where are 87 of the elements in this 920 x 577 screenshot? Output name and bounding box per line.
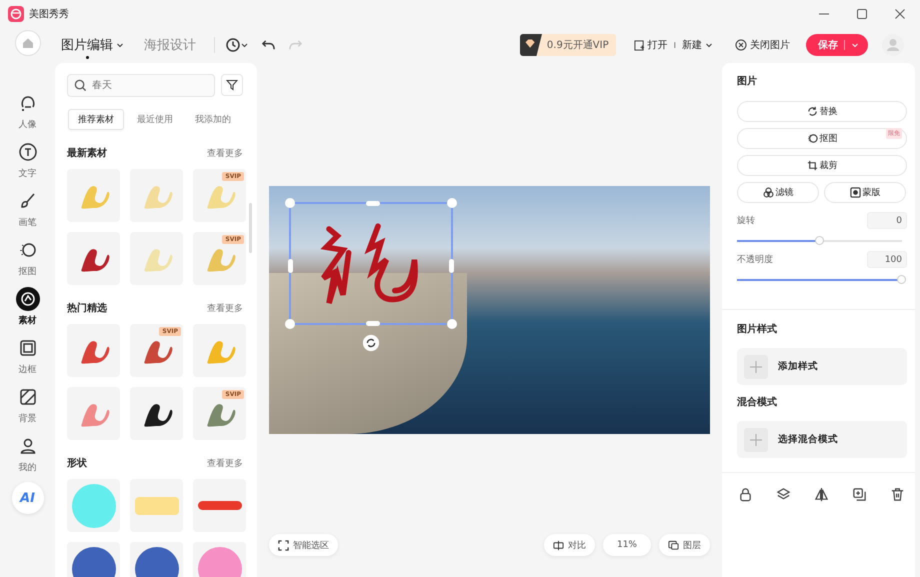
crop-icon: [806, 160, 818, 171]
panel-tab[interactable]: 最近使用: [128, 109, 182, 130]
material-tile[interactable]: [193, 324, 246, 377]
app-logo-icon: [8, 6, 24, 22]
close-icon[interactable]: [894, 8, 906, 20]
material-tile[interactable]: [67, 232, 120, 285]
slider-thumb[interactable]: [897, 275, 906, 284]
caret-icon: [851, 41, 859, 49]
group-heading: 图片样式: [737, 322, 778, 336]
open-file-icon: [634, 40, 645, 50]
sidebar-item[interactable]: 画笔: [6, 189, 50, 229]
sticker-icon: [16, 287, 40, 311]
plus-icon: [744, 428, 768, 452]
material-tile[interactable]: [130, 232, 183, 285]
sidebar-item[interactable]: 文字: [6, 140, 50, 180]
mask-icon: [850, 187, 860, 198]
delete-icon[interactable]: [890, 487, 905, 502]
separator: I: [674, 40, 676, 50]
material-tile[interactable]: [67, 324, 120, 377]
sidebar-item[interactable]: 人像: [6, 91, 50, 131]
layers-icon[interactable]: [776, 487, 791, 502]
filter-button[interactable]: [221, 74, 243, 96]
action-button[interactable]: 裁剪: [737, 155, 907, 176]
action-button[interactable]: 替换: [737, 101, 907, 122]
lock-icon[interactable]: [738, 487, 753, 502]
section-title: 形状: [67, 456, 87, 470]
close-circle-icon: [735, 39, 747, 51]
action-button[interactable]: 蒙版: [824, 182, 906, 203]
slider-label: 旋转: [737, 214, 755, 227]
material-tile[interactable]: [193, 479, 246, 532]
layers-icon: [668, 540, 679, 550]
value-field[interactable]: 0: [867, 212, 907, 229]
history-icon[interactable]: [225, 37, 249, 53]
duplicate-icon[interactable]: [852, 487, 867, 502]
rotate-icon[interactable]: [362, 334, 380, 352]
compare-icon: [552, 540, 564, 550]
search-field[interactable]: 春天: [67, 74, 215, 97]
layers-button[interactable]: 图层: [659, 534, 710, 556]
action-button[interactable]: 滤镜: [737, 182, 819, 203]
material-tile[interactable]: [130, 387, 183, 440]
slider-thumb[interactable]: [814, 236, 824, 245]
sidebar-item[interactable]: 边框: [6, 336, 50, 376]
undo-icon[interactable]: [261, 38, 276, 52]
ai-button[interactable]: AI: [12, 482, 44, 514]
select-corners-icon: [278, 540, 289, 550]
cutout-icon: [806, 133, 818, 144]
section-title: 最新素材: [67, 146, 107, 160]
open-link[interactable]: 打开: [648, 38, 668, 52]
panel-tab[interactable]: 我添加的: [186, 109, 240, 130]
see-more-link[interactable]: 查看更多: [207, 302, 243, 314]
zoom-level-button[interactable]: 11%: [602, 534, 651, 556]
sidebar-item[interactable]: 抠图: [6, 238, 50, 278]
caret-icon: [116, 41, 124, 49]
sidebar-item[interactable]: 背景: [6, 385, 50, 425]
material-tile[interactable]: [130, 479, 183, 532]
panel-heading: 图片: [737, 74, 758, 88]
filter-icon: [226, 79, 238, 91]
refresh-icon: [806, 106, 818, 117]
slider-label: 不透明度: [737, 254, 773, 266]
sidebar-item[interactable]: 素材: [6, 287, 50, 327]
plus-icon: [744, 354, 768, 378]
material-tile[interactable]: [130, 169, 183, 222]
vip-label: 0.9元开通VIP: [546, 38, 609, 52]
material-tile[interactable]: [67, 387, 120, 440]
see-more-link[interactable]: 查看更多: [207, 456, 243, 470]
filter-icon: [762, 187, 774, 198]
smart-select-button[interactable]: 智能选区: [269, 534, 338, 556]
see-more-link[interactable]: 查看更多: [207, 146, 243, 160]
value-field[interactable]: 100: [867, 251, 907, 268]
sidebar-item[interactable]: 我的: [6, 434, 50, 474]
search-icon: [74, 79, 87, 92]
flip-icon[interactable]: [814, 487, 829, 502]
new-link[interactable]: 新建: [682, 38, 702, 52]
mode-tab[interactable]: 海报设计: [138, 36, 196, 54]
material-tile[interactable]: [67, 169, 120, 222]
add-style-button[interactable]: 添加样式: [737, 348, 907, 385]
vip-button[interactable]: 0.9元开通VIP: [520, 34, 616, 56]
panel-tab[interactable]: 推荐素材: [68, 109, 124, 130]
close-image-button[interactable]: 关闭图片: [735, 38, 790, 52]
caret-icon: [705, 41, 713, 49]
compare-button[interactable]: 对比: [544, 534, 595, 556]
section-title: 热门精选: [67, 301, 107, 315]
app-title: 美图秀秀: [29, 8, 69, 21]
add-style-button[interactable]: 选择混合模式: [737, 421, 907, 458]
group-heading: 混合模式: [737, 396, 778, 409]
maximize-icon[interactable]: [856, 8, 868, 20]
save-button[interactable]: 保存: [806, 34, 868, 56]
